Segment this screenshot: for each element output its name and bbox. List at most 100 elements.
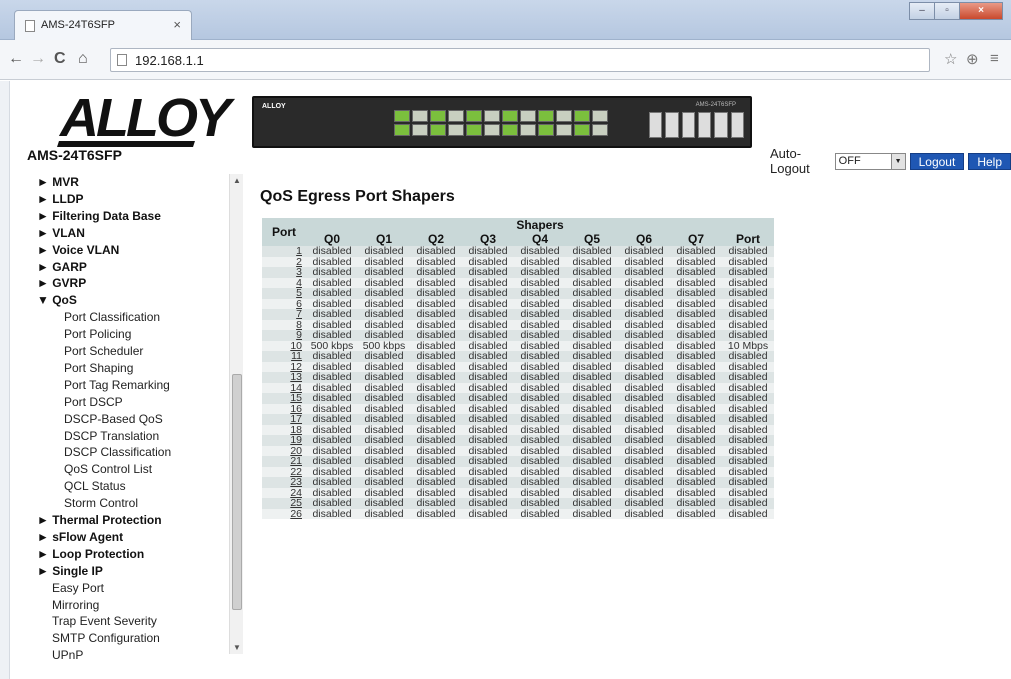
reload-icon[interactable]: C xyxy=(54,50,66,68)
shaper-value-cell: disabled xyxy=(670,267,722,278)
column-header: Q4 xyxy=(514,232,566,246)
help-button[interactable]: Help xyxy=(968,152,1011,170)
switch-port xyxy=(592,110,608,122)
browser-tab[interactable]: AMS-24T6SFP × xyxy=(14,10,192,40)
sidebar-item[interactable]: SMTP Configuration xyxy=(52,631,160,645)
dropdown-arrow-icon[interactable]: ▼ xyxy=(890,153,905,169)
sidebar-item[interactable]: ▼ QoS xyxy=(37,293,77,307)
sidebar-item[interactable]: Storm Control xyxy=(64,496,138,510)
switch-port xyxy=(448,110,464,122)
shaper-value-cell: disabled xyxy=(618,393,670,404)
home-icon[interactable]: ⌂ xyxy=(78,50,88,68)
sidebar-item[interactable]: QoS Control List xyxy=(64,462,152,476)
sidebar-item[interactable]: UPnP xyxy=(52,648,83,662)
switch-port xyxy=(484,124,500,136)
close-window-button[interactable]: × xyxy=(959,2,1003,20)
address-bar[interactable]: 192.168.1.1 xyxy=(110,48,930,72)
shaper-value-cell: disabled xyxy=(670,372,722,383)
sidebar-item[interactable]: ► GVRP xyxy=(37,276,86,290)
sidebar-item[interactable]: Port Classification xyxy=(64,310,160,324)
sidebar-item[interactable]: ► Single IP xyxy=(37,564,103,578)
shaper-value-cell: disabled xyxy=(410,330,462,341)
table-row: 1 disabled disabled disabled disabled disable… xyxy=(262,246,774,257)
sidebar-item[interactable]: DSCP-Based QoS xyxy=(64,412,163,426)
auto-logout-select[interactable]: OFF ▼ xyxy=(834,152,906,170)
auto-logout-value: OFF xyxy=(838,154,861,167)
shaper-value-cell: disabled xyxy=(670,351,722,362)
sfp-port xyxy=(714,112,728,138)
extension-icon[interactable]: ⊕ xyxy=(966,50,979,68)
column-header: Q2 xyxy=(410,232,462,246)
sidebar-item[interactable]: DSCP Translation xyxy=(64,429,159,443)
switch-port xyxy=(448,124,464,136)
shaper-value-cell: disabled xyxy=(722,498,774,509)
sidebar-item[interactable]: Port Tag Remarking xyxy=(64,378,170,392)
sfp-ports xyxy=(649,112,744,138)
shaper-value-cell: disabled xyxy=(566,435,618,446)
shaper-value-cell: disabled xyxy=(306,393,358,404)
device-model: AMS-24T6SFP xyxy=(27,147,122,163)
sidebar-item[interactable]: ► VLAN xyxy=(37,226,85,240)
sidebar-item[interactable]: ► Filtering Data Base xyxy=(37,209,161,223)
menu-icon[interactable]: ≡ xyxy=(990,50,999,67)
forward-arrow-icon[interactable]: → xyxy=(30,50,46,68)
shaper-value-cell: disabled xyxy=(358,351,410,362)
sidebar-item[interactable]: Mirroring xyxy=(52,598,99,612)
shaper-value-cell: disabled xyxy=(618,288,670,299)
bookmark-star-icon[interactable]: ☆ xyxy=(944,50,957,68)
sidebar-item[interactable]: ► LLDP xyxy=(37,192,84,206)
sidebar-item[interactable]: QCL Status xyxy=(64,479,126,493)
shaper-value-cell: disabled xyxy=(306,246,358,257)
shaper-value-cell: disabled xyxy=(618,309,670,320)
sidebar-item[interactable]: ► sFlow Agent xyxy=(37,530,123,544)
switch-port xyxy=(538,110,554,122)
shaper-value-cell: disabled xyxy=(722,309,774,320)
shaper-value-cell: disabled xyxy=(462,372,514,383)
shaper-value-cell: disabled xyxy=(410,246,462,257)
sidebar-item[interactable]: ► Voice VLAN xyxy=(37,243,119,257)
shaper-value-cell: disabled xyxy=(566,498,618,509)
sidebar-item[interactable]: DSCP Classification xyxy=(64,445,171,459)
table-row: 11 disabled disabled disabled disabled disabl… xyxy=(262,351,774,362)
shaper-value-cell: disabled xyxy=(670,498,722,509)
sidebar-item[interactable]: Port Policing xyxy=(64,327,131,341)
sidebar-scrollbar[interactable]: ▲ ▼ xyxy=(229,174,243,654)
column-header: Q1 xyxy=(358,232,410,246)
sidebar-item[interactable]: ► Loop Protection xyxy=(37,547,144,561)
shaper-value-cell: disabled xyxy=(566,330,618,341)
shaper-value-cell: disabled xyxy=(618,477,670,488)
shaper-value-cell: disabled xyxy=(410,372,462,383)
switch-port xyxy=(430,124,446,136)
shaper-value-cell: disabled xyxy=(462,456,514,467)
scrollbar-thumb[interactable] xyxy=(232,374,242,610)
shaper-value-cell: disabled xyxy=(618,351,670,362)
sidebar-item[interactable]: Trap Event Severity xyxy=(52,614,157,628)
minimize-button[interactable]: – xyxy=(909,2,935,20)
sfp-port xyxy=(665,112,679,138)
scroll-up-icon[interactable]: ▲ xyxy=(233,176,241,185)
table-row: 21 disabled disabled disabled disabled disabl… xyxy=(262,456,774,467)
table-row: 9 disabled disabled disabled disabled disable… xyxy=(262,330,774,341)
tab-close-icon[interactable]: × xyxy=(173,17,181,32)
sidebar-item[interactable]: ► GARP xyxy=(37,260,87,274)
egress-port-shapers-table: Port Shapers Q0 Q1 Q2 Q3 Q4 Q5 Q6 Q7 Port 1 disab… xyxy=(262,218,774,519)
port-link[interactable]: 26 xyxy=(290,508,302,520)
shaper-value-cell: disabled xyxy=(306,267,358,278)
sidebar-item[interactable]: Port Shaping xyxy=(64,361,133,375)
maximize-button[interactable]: ▫ xyxy=(934,2,960,20)
sidebar-item[interactable]: ► Thermal Protection xyxy=(37,513,162,527)
tab-title: AMS-24T6SFP xyxy=(41,19,115,31)
sidebar-item[interactable]: Port Scheduler xyxy=(64,344,143,358)
sidebar-item[interactable]: Port DSCP xyxy=(64,395,123,409)
shaper-value-cell: disabled xyxy=(670,393,722,404)
switch-port xyxy=(520,110,536,122)
scroll-down-icon[interactable]: ▼ xyxy=(233,643,241,652)
sidebar-item[interactable]: Easy Port xyxy=(52,581,104,595)
browser-toolbar: ← → C ⌂ 192.168.1.1 ☆ ⊕ ≡ xyxy=(0,40,1011,80)
back-arrow-icon[interactable]: ← xyxy=(8,50,24,68)
logout-button[interactable]: Logout xyxy=(909,152,965,170)
shaper-value-cell: disabled xyxy=(358,330,410,341)
sidebar-item[interactable]: ► MVR xyxy=(37,175,79,189)
shaper-value-cell: disabled xyxy=(722,456,774,467)
port-cell: 26 xyxy=(262,508,306,520)
